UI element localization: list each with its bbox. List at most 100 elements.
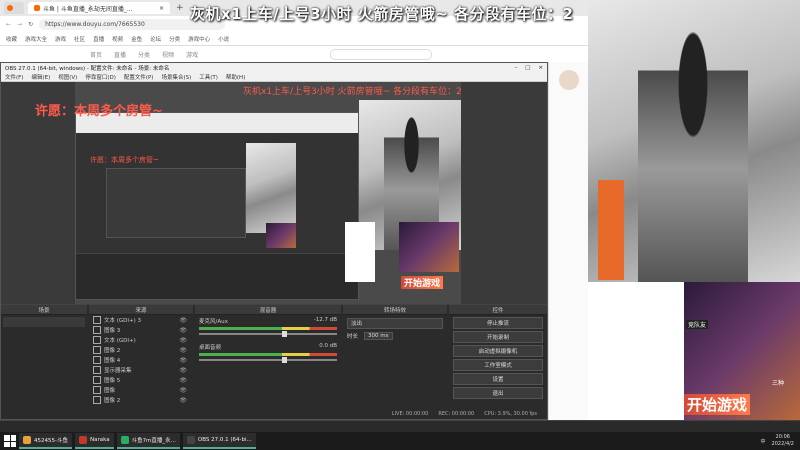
visibility-icon[interactable]: 👁 bbox=[179, 317, 187, 324]
new-tab-button[interactable]: + bbox=[176, 3, 184, 13]
forward-icon[interactable]: → bbox=[17, 21, 22, 28]
site-nav-item[interactable]: 分类 bbox=[138, 50, 150, 59]
bookmark-item[interactable]: 游戏大全 bbox=[25, 35, 47, 43]
source-row[interactable]: 图像 👁 bbox=[89, 385, 193, 395]
site-nav-item[interactable]: 直播 bbox=[114, 50, 126, 59]
obs-preview[interactable]: 灰机x1上车/上号3小时 火箭房管哦~ 各分段有车位：2 许愿：本周多个房管~ … bbox=[1, 82, 547, 304]
obs-menu-item[interactable]: 编辑(E) bbox=[31, 73, 50, 81]
taskbar-item[interactable]: OBS 27.0.1 (64-bi... bbox=[182, 433, 256, 449]
clock[interactable]: 20:06 2022/4/2 bbox=[772, 434, 794, 448]
orange-accent bbox=[598, 180, 624, 280]
browser-tab-active[interactable]: 斗鱼 | 斗鱼直播_永劫无间直播_... × bbox=[28, 2, 170, 14]
bookmark-item[interactable]: 分类 bbox=[169, 35, 180, 43]
source-name: 文本 (GDI+) bbox=[104, 338, 136, 344]
bookmark-item[interactable]: 视频 bbox=[112, 35, 123, 43]
visibility-icon[interactable]: 👁 bbox=[179, 327, 187, 334]
right-tag: 三种 bbox=[772, 380, 785, 387]
taskbar-item[interactable]: Naraka bbox=[74, 433, 114, 449]
maximize-icon[interactable]: □ bbox=[525, 65, 530, 71]
obs-menu-item[interactable]: 停靠窗口(D) bbox=[85, 73, 116, 81]
site-nav: 首页 直播 分类 视频 游戏 bbox=[0, 46, 588, 62]
mixer-mic[interactable]: 麦克风/Aux -12.7 dB bbox=[195, 315, 341, 341]
minimize-icon[interactable]: – bbox=[514, 65, 517, 71]
bookmark-item[interactable]: 论坛 bbox=[150, 35, 161, 43]
source-name: 文本 (GDI+) 3 bbox=[104, 318, 142, 324]
mixer-mic-name: 麦克风/Aux bbox=[199, 319, 228, 325]
clock-time: 20:06 bbox=[775, 434, 790, 440]
mixer-desktop-level: 0.0 dB bbox=[319, 343, 337, 349]
taskbar-items: 452455-斗鱼 Naraka 斗鱼7m直播_永... OBS 27.0.1 (64… bbox=[16, 433, 256, 449]
source-row[interactable]: 文本 (GDI+) 3 👁 bbox=[89, 315, 193, 325]
obs-game-image bbox=[399, 222, 459, 272]
live-status: LIVE: 00:00:00 bbox=[391, 411, 429, 417]
visibility-icon[interactable]: 👁 bbox=[179, 387, 187, 394]
reload-icon[interactable]: ↻ bbox=[28, 21, 33, 28]
control-button[interactable]: 启动虚拟摄像机 bbox=[453, 345, 543, 357]
bookmark-item[interactable]: 直播 bbox=[93, 35, 104, 43]
visibility-icon[interactable]: 👁 bbox=[179, 347, 187, 354]
source-type-icon bbox=[93, 396, 101, 404]
site-nav-item[interactable]: 视频 bbox=[162, 50, 174, 59]
visibility-icon[interactable]: 👁 bbox=[179, 357, 187, 364]
visibility-icon[interactable]: 👁 bbox=[179, 397, 187, 404]
visibility-icon[interactable]: 👁 bbox=[179, 377, 187, 384]
close-icon[interactable]: × bbox=[538, 65, 543, 71]
obs-title: OBS 27.0.1 (64-bit, windows) - 配置文件: 未命名… bbox=[5, 66, 170, 72]
url-text: https://www.douyu.com/7665530 bbox=[45, 20, 145, 28]
source-row[interactable]: 图像 5 👁 bbox=[89, 375, 193, 385]
start-icon[interactable] bbox=[4, 435, 16, 447]
site-nav-item[interactable]: 首页 bbox=[90, 50, 102, 59]
bookmark-item[interactable]: 小说 bbox=[218, 35, 229, 43]
duration-input[interactable]: 300 ms bbox=[364, 332, 393, 340]
app-icon bbox=[23, 436, 31, 444]
browser-tab-icon[interactable] bbox=[4, 2, 24, 14]
control-button[interactable]: 退出 bbox=[453, 387, 543, 399]
source-row[interactable]: 图像 2 👁 bbox=[89, 395, 193, 405]
tab-close-icon[interactable]: × bbox=[159, 5, 164, 12]
obs-menu-item[interactable]: 工具(T) bbox=[199, 73, 218, 81]
white-panel bbox=[345, 222, 375, 282]
source-row[interactable]: 图像 4 👁 bbox=[89, 355, 193, 365]
visibility-icon[interactable]: 👁 bbox=[179, 337, 187, 344]
obs-menu-item[interactable]: 帮助(H) bbox=[226, 73, 245, 81]
site-search-input[interactable] bbox=[330, 48, 433, 60]
scenes-header: 场景 bbox=[1, 305, 87, 315]
source-row[interactable]: 文本 (GDI+) 👁 bbox=[89, 335, 193, 345]
back-icon[interactable]: ← bbox=[6, 21, 11, 28]
mic-volume-slider[interactable] bbox=[199, 331, 337, 337]
obs-menu-item[interactable]: 场景集合(S) bbox=[161, 73, 191, 81]
bookmark-item[interactable]: 收藏 bbox=[6, 35, 17, 43]
bookmark-item[interactable]: 金鱼 bbox=[131, 35, 142, 43]
nested-girl-image bbox=[246, 143, 296, 233]
visibility-icon[interactable]: 👁 bbox=[179, 367, 187, 374]
source-row[interactable]: 显示器采集 👁 bbox=[89, 365, 193, 375]
obs-menu-item[interactable]: 视图(V) bbox=[58, 73, 77, 81]
control-button[interactable]: 停止推流 bbox=[453, 317, 543, 329]
control-button[interactable]: 开始录制 bbox=[453, 331, 543, 343]
bookmark-item[interactable]: 社区 bbox=[74, 35, 85, 43]
source-row[interactable]: 图像 2 👁 bbox=[89, 345, 193, 355]
taskbar-item[interactable]: 452455-斗鱼 bbox=[19, 433, 72, 449]
transition-select[interactable]: 淡出 bbox=[347, 318, 443, 329]
obs-window: OBS 27.0.1 (64-bit, windows) - 配置文件: 未命名… bbox=[0, 62, 548, 420]
webcam-feed bbox=[588, 0, 800, 282]
right-game-label: 开始游戏 bbox=[684, 394, 751, 415]
control-button[interactable]: 工作室模式 bbox=[453, 359, 543, 371]
site-nav-item[interactable]: 游戏 bbox=[186, 50, 198, 59]
desktop-volume-slider[interactable] bbox=[199, 357, 337, 363]
stream-overlay-title: 灰机x1上车/上号3小时 火箭房管哦~ 各分段有车位：2 bbox=[190, 5, 574, 23]
obs-menu-item[interactable]: 配置文件(P) bbox=[124, 73, 154, 81]
obs-menu-item[interactable]: 文件(F) bbox=[5, 73, 23, 81]
scenes-panel: 场景 bbox=[1, 305, 87, 405]
bookmark-item[interactable]: 游戏 bbox=[55, 35, 66, 43]
bookmark-item[interactable]: 游戏中心 bbox=[188, 35, 210, 43]
control-button[interactable]: 设置 bbox=[453, 373, 543, 385]
taskbar-item[interactable]: 斗鱼7m直播_永... bbox=[116, 433, 180, 449]
source-row[interactable]: 图像 3 👁 bbox=[89, 325, 193, 335]
mixer-desktop[interactable]: 桌面音频 0.0 dB bbox=[195, 341, 341, 367]
sources-panel: 来源 文本 (GDI+) 3 👁 图像 3 👁 文本 (GDI+) 👁 图像 2 👁 图像 4 👁… bbox=[89, 305, 193, 405]
scene-item[interactable] bbox=[3, 317, 85, 327]
lang-indicator[interactable]: 中 bbox=[761, 438, 766, 445]
source-type-icon bbox=[93, 336, 101, 344]
source-type-icon bbox=[93, 366, 101, 374]
